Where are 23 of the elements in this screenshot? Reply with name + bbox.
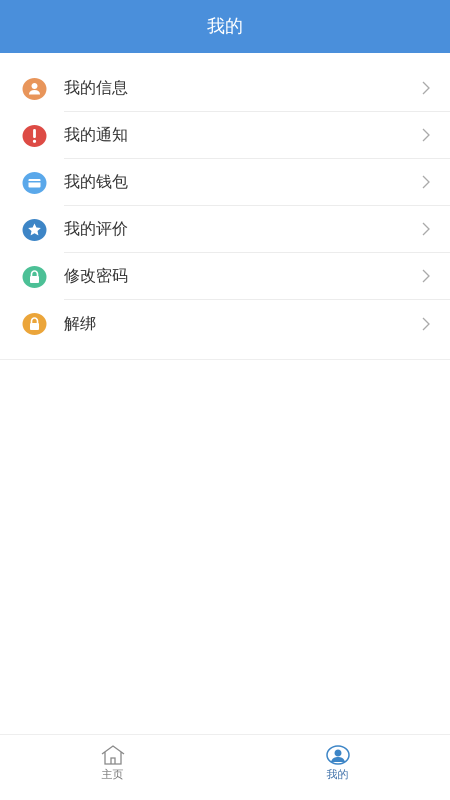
menu-label: 我的通知	[64, 124, 129, 146]
chevron-icon	[422, 222, 430, 236]
user-icon	[326, 745, 350, 765]
menu-item[interactable]: 我的评价	[0, 206, 450, 253]
menu-item[interactable]: 我的通知	[0, 112, 450, 159]
menu-label: 我的评价	[64, 218, 129, 240]
menu-label: 我的钱包	[64, 171, 129, 193]
home-icon	[100, 745, 126, 765]
chevron-icon	[422, 128, 430, 142]
chevron-icon	[422, 269, 430, 283]
tab-item[interactable]: 主页	[0, 735, 225, 800]
tab-item[interactable]: 我的	[225, 735, 450, 800]
menu-label: 解绑	[64, 312, 97, 334]
menu-item[interactable]: 解绑	[0, 300, 450, 347]
chevron-icon	[422, 175, 430, 189]
menu-item[interactable]: 我的信息	[0, 65, 450, 112]
page-title: 我的	[207, 15, 243, 39]
chevron-icon	[422, 81, 430, 95]
menu-label: 修改密码	[64, 265, 129, 287]
menu-label: 我的信息	[64, 77, 129, 99]
menu-item[interactable]: 修改密码	[0, 253, 450, 300]
chevron-icon	[422, 316, 430, 330]
menu-item[interactable]: 我的钱包	[0, 159, 450, 206]
